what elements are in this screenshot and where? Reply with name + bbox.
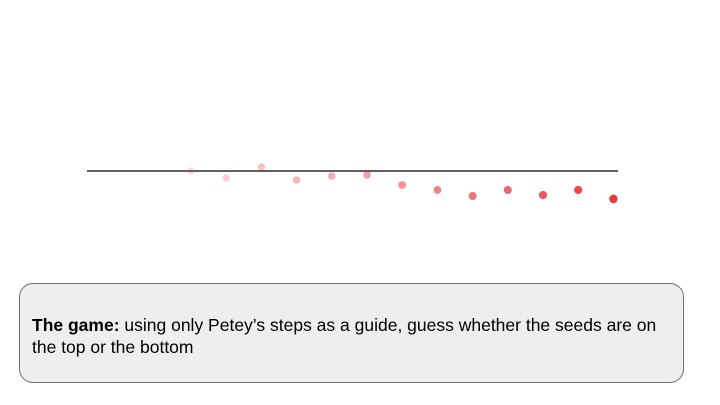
petey-steps bbox=[187, 163, 618, 204]
instructions-body: using only Petey’s steps as a guide, gue… bbox=[32, 315, 657, 357]
step-trail-board bbox=[87, 163, 618, 204]
step-dot-9 bbox=[468, 192, 477, 200]
step-dot-10 bbox=[503, 185, 512, 195]
game-stage: The game: using only Petey’s steps as a … bbox=[0, 0, 720, 405]
step-dot-8 bbox=[433, 186, 442, 194]
instructions-label: The game: bbox=[32, 315, 120, 335]
step-dot-6 bbox=[363, 171, 371, 179]
step-dot-5 bbox=[328, 172, 336, 180]
step-dot-11 bbox=[538, 190, 548, 200]
step-dot-1 bbox=[187, 167, 195, 175]
step-dot-7 bbox=[398, 181, 407, 189]
step-dot-3 bbox=[257, 163, 266, 171]
step-dot-4 bbox=[292, 176, 301, 184]
step-dot-13 bbox=[609, 194, 618, 204]
instructions-box: The game: using only Petey’s steps as a … bbox=[19, 283, 684, 383]
instructions-text: The game: using only Petey’s steps as a … bbox=[32, 314, 671, 358]
step-dot-12 bbox=[574, 185, 583, 195]
step-dot-2 bbox=[222, 174, 230, 182]
